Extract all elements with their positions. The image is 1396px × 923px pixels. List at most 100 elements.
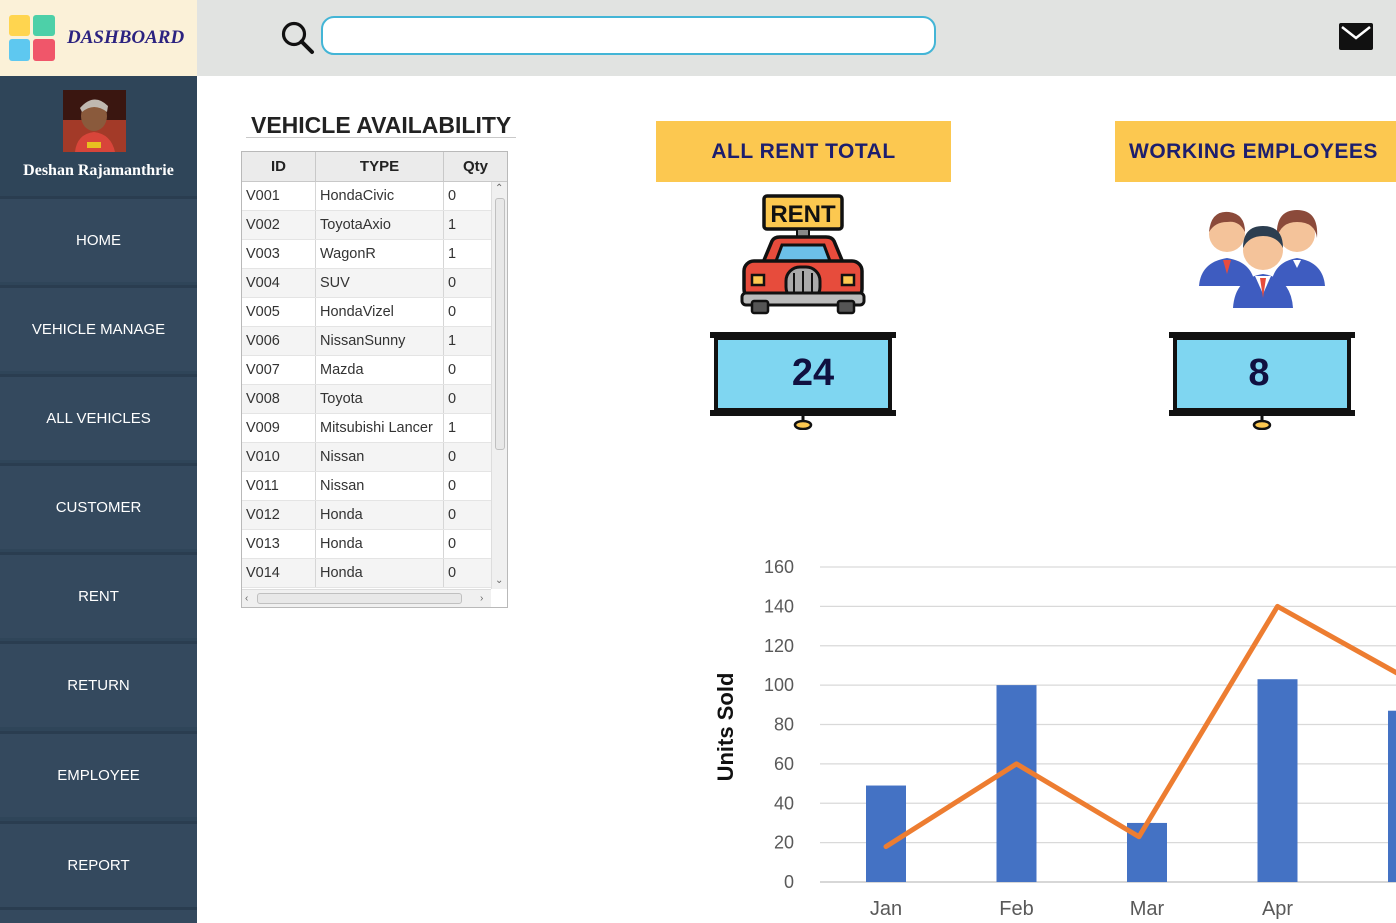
cell-id: V008 <box>246 391 280 407</box>
sidebar: DASHBOARD Deshan Rajamanthrie HOME VEHIC… <box>0 0 197 923</box>
vehicle-table: ID TYPE Qty V001 HondaCivic 0 V002 ToyotaAxi… <box>241 151 508 608</box>
sidebar-item-report[interactable]: REPORT <box>0 821 197 907</box>
cell-qty: 0 <box>448 536 457 552</box>
cell-type: Nissan <box>320 478 365 494</box>
working-employees-value: 8 <box>1248 352 1270 394</box>
brand-title: DASHBOARD <box>67 27 185 48</box>
cell-type: Mazda <box>320 362 364 378</box>
search-icon[interactable] <box>280 20 316 56</box>
cell-qty: 0 <box>448 362 457 378</box>
cell-qty: 0 <box>448 275 457 291</box>
table-row[interactable]: V005 HondaVizel 0 <box>242 298 491 327</box>
table-row[interactable]: V001 HondaCivic 0 <box>242 182 491 211</box>
rent-total-value: 24 <box>791 352 835 394</box>
y-tick-label: 0 <box>784 872 794 892</box>
x-tick-label: Mar <box>1130 898 1165 920</box>
sidebar-item-employee[interactable]: EMPLOYEE <box>0 731 197 817</box>
cell-type: SUV <box>320 275 350 291</box>
cell-type: Honda <box>320 507 363 523</box>
cell-type: NissanSunny <box>320 333 406 349</box>
table-row[interactable]: V010 Nissan 0 <box>242 443 491 472</box>
bar <box>1257 679 1298 882</box>
cell-id: V012 <box>246 507 280 523</box>
cell-type: Toyota <box>320 391 363 407</box>
table-row[interactable]: V009 Mitsubishi Lancer 1 <box>242 414 491 443</box>
bar <box>996 685 1037 882</box>
table-row[interactable]: V011 Nissan 0 <box>242 472 491 501</box>
table-row[interactable]: V013 Honda 0 <box>242 530 491 559</box>
scroll-down-icon[interactable]: ⌄ <box>495 576 503 586</box>
table-row[interactable]: V008 Toyota 0 <box>242 385 491 414</box>
cell-type: Mitsubishi Lancer <box>320 420 433 436</box>
x-tick-label: Jan <box>870 898 902 920</box>
brand-header: DASHBOARD <box>0 0 197 76</box>
mail-icon[interactable] <box>1339 23 1373 50</box>
x-tick-label: Feb <box>999 898 1033 920</box>
table-body: V001 HondaCivic 0 V002 ToyotaAxio 1 V003 WagonR… <box>242 182 491 589</box>
rent-total-label: ALL RENT TOTAL <box>656 121 951 182</box>
x-tick-label: Apr <box>1262 898 1293 920</box>
table-row[interactable]: V014 Honda 0 <box>242 559 491 588</box>
cell-type: Nissan <box>320 449 365 465</box>
cell-qty: 1 <box>448 333 457 349</box>
y-axis-label: Units Sold <box>713 673 738 782</box>
cell-qty: 0 <box>448 188 457 204</box>
user-name: Deshan Rajamanthrie <box>23 162 174 179</box>
cell-type: HondaVizel <box>320 304 394 320</box>
table-row[interactable]: V012 Honda 0 <box>242 501 491 530</box>
y-tick-label: 140 <box>764 596 794 616</box>
cell-qty: 0 <box>448 304 457 320</box>
vertical-scrollbar[interactable]: ⌃ ⌄ <box>491 182 507 589</box>
employees-icon <box>1199 210 1325 308</box>
units-sold-chart: 0 20 40 60 80 100 120 140 160 Units Sold Jan Feb Mar… <box>713 557 1396 920</box>
search-input[interactable] <box>321 16 936 55</box>
horizontal-scrollbar[interactable]: ‹ › <box>242 589 491 607</box>
table-row[interactable]: V003 WagonR 1 <box>242 240 491 269</box>
cell-id: V010 <box>246 449 280 465</box>
rent-sign-text: RENT <box>770 201 836 228</box>
cell-type: Honda <box>320 536 363 552</box>
sidebar-item-vehicle-manage[interactable]: VEHICLE MANAGE <box>0 285 197 371</box>
sidebar-item-rent[interactable]: RENT <box>0 552 197 638</box>
cell-id: V009 <box>246 420 280 436</box>
cell-id: V003 <box>246 246 280 262</box>
scroll-up-icon[interactable]: ⌃ <box>495 184 503 194</box>
top-bar <box>197 0 1396 76</box>
sidebar-item-all-vehicles[interactable]: ALL VEHICLES <box>0 374 197 460</box>
column-header-qty[interactable]: Qty <box>444 152 507 182</box>
sidebar-item-return[interactable]: RETURN <box>0 641 197 727</box>
cell-qty: 1 <box>448 217 457 233</box>
column-header-id[interactable]: ID <box>242 152 316 182</box>
profile-panel: Deshan Rajamanthrie <box>0 76 197 196</box>
cell-id: V004 <box>246 275 280 291</box>
column-header-type[interactable]: TYPE <box>316 152 444 182</box>
bar <box>1388 710 1396 882</box>
cell-id: V011 <box>246 478 279 494</box>
scrollbar-thumb[interactable] <box>495 198 505 450</box>
cell-qty: 1 <box>448 246 457 262</box>
cell-qty: 0 <box>448 565 457 581</box>
y-tick-label: 40 <box>774 793 794 813</box>
scroll-right-icon[interactable]: › <box>480 594 483 604</box>
cell-id: V002 <box>246 217 280 233</box>
cell-id: V013 <box>246 536 280 552</box>
vehicle-availability-title: VEHICLE AVAILABILITY <box>251 112 512 138</box>
y-tick-label: 160 <box>764 557 794 577</box>
table-header: ID TYPE Qty <box>242 152 507 182</box>
table-row[interactable]: V007 Mazda 0 <box>242 356 491 385</box>
sidebar-item-customer[interactable]: CUSTOMER <box>0 463 197 549</box>
y-tick-label: 100 <box>764 675 794 695</box>
series-line <box>883 603 1396 850</box>
scroll-left-icon[interactable]: ‹ <box>245 594 248 604</box>
scrollbar-thumb[interactable] <box>257 593 462 604</box>
cell-type: HondaCivic <box>320 188 395 204</box>
table-row[interactable]: V002 ToyotaAxio 1 <box>242 211 491 240</box>
table-row[interactable]: V004 SUV 0 <box>242 269 491 298</box>
cell-id: V014 <box>246 565 280 581</box>
avatar <box>63 90 126 152</box>
y-tick-label: 80 <box>774 715 794 735</box>
rent-car-icon: RENT <box>740 194 866 315</box>
table-row[interactable]: V006 NissanSunny 1 <box>242 327 491 356</box>
sidebar-item-home[interactable]: HOME <box>0 196 197 282</box>
working-employees-label: WORKING EMPLOYEES <box>1115 121 1396 182</box>
